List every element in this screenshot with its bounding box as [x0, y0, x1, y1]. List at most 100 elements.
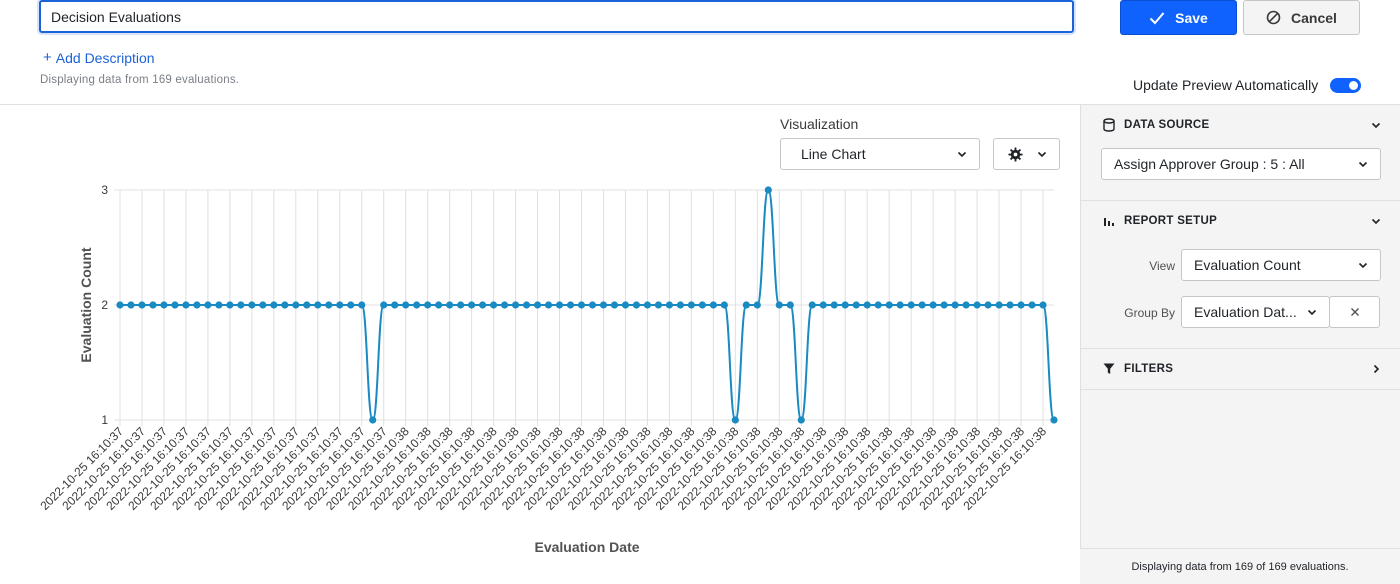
data-point[interactable] — [347, 301, 355, 309]
data-point[interactable] — [731, 416, 739, 424]
data-point[interactable] — [424, 301, 432, 309]
data-point[interactable] — [819, 301, 827, 309]
data-point[interactable] — [1006, 301, 1014, 309]
data-point[interactable] — [995, 301, 1003, 309]
data-point[interactable] — [149, 301, 157, 309]
data-point[interactable] — [665, 301, 674, 309]
data-point[interactable] — [358, 301, 366, 309]
data-point[interactable] — [687, 301, 695, 309]
data-point[interactable] — [259, 301, 267, 309]
data-point[interactable] — [709, 301, 717, 309]
data-point[interactable] — [116, 301, 124, 309]
data-point[interactable] — [248, 301, 256, 309]
data-point[interactable] — [874, 301, 882, 309]
data-point[interactable] — [182, 301, 190, 309]
data-point[interactable] — [281, 301, 289, 309]
report-title-input[interactable] — [39, 0, 1074, 33]
data-point[interactable] — [391, 301, 399, 309]
data-point[interactable] — [226, 301, 234, 309]
cancel-button[interactable]: Cancel — [1243, 0, 1360, 35]
chart-settings-button[interactable] — [993, 138, 1060, 170]
data-point[interactable] — [325, 301, 333, 309]
data-point[interactable] — [479, 301, 487, 309]
data-point[interactable] — [940, 301, 948, 309]
data-point[interactable] — [171, 301, 179, 309]
data-source-section-header[interactable]: DATA SOURCE — [1081, 105, 1400, 145]
data-point[interactable] — [468, 301, 476, 309]
data-point[interactable] — [1039, 301, 1047, 309]
save-button[interactable]: Save — [1120, 0, 1237, 35]
data-point[interactable] — [577, 301, 586, 309]
data-point[interactable] — [314, 301, 322, 309]
data-point[interactable] — [500, 301, 509, 309]
data-point[interactable] — [808, 301, 816, 309]
data-point[interactable] — [797, 416, 805, 424]
data-point[interactable] — [1050, 416, 1058, 424]
data-point[interactable] — [764, 186, 772, 194]
data-point[interactable] — [336, 301, 344, 309]
view-select[interactable]: Evaluation Count — [1181, 249, 1381, 281]
data-point[interactable] — [303, 301, 311, 309]
data-point[interactable] — [204, 301, 212, 309]
data-point[interactable] — [863, 301, 871, 309]
data-point[interactable] — [193, 301, 201, 309]
filters-section-header[interactable]: FILTERS — [1081, 349, 1400, 389]
data-point[interactable] — [237, 301, 245, 309]
data-point[interactable] — [676, 301, 685, 309]
data-point[interactable] — [775, 301, 783, 309]
data-point[interactable] — [588, 301, 597, 309]
data-point[interactable] — [215, 301, 223, 309]
data-point[interactable] — [918, 301, 926, 309]
data-point[interactable] — [907, 301, 915, 309]
data-point[interactable] — [369, 416, 377, 424]
data-point[interactable] — [402, 301, 410, 309]
data-point[interactable] — [160, 301, 168, 309]
group-by-select[interactable]: Evaluation Dat... — [1181, 296, 1330, 328]
data-point[interactable] — [643, 301, 652, 309]
data-point[interactable] — [951, 301, 959, 309]
visualization-select[interactable]: Line Chart — [780, 138, 980, 170]
data-point[interactable] — [841, 301, 849, 309]
data-source-select[interactable]: Assign Approver Group : 5 : All — [1101, 148, 1381, 180]
data-point[interactable] — [446, 301, 454, 309]
add-description-link[interactable]: + Add Description — [43, 49, 155, 66]
data-point[interactable] — [962, 301, 970, 309]
data-point[interactable] — [511, 301, 520, 309]
data-point[interactable] — [413, 301, 421, 309]
data-point[interactable] — [973, 301, 981, 309]
data-point[interactable] — [544, 301, 553, 309]
data-point[interactable] — [555, 301, 564, 309]
data-point[interactable] — [654, 301, 663, 309]
data-point[interactable] — [852, 301, 860, 309]
data-point[interactable] — [753, 301, 761, 309]
data-point[interactable] — [435, 301, 443, 309]
data-point[interactable] — [490, 301, 498, 309]
data-point[interactable] — [698, 301, 706, 309]
data-point[interactable] — [885, 301, 893, 309]
clear-group-by-button[interactable] — [1329, 296, 1380, 328]
data-point[interactable] — [457, 301, 465, 309]
data-point[interactable] — [610, 301, 619, 309]
data-point[interactable] — [292, 301, 300, 309]
data-point[interactable] — [984, 301, 992, 309]
data-point[interactable] — [786, 301, 794, 309]
data-point[interactable] — [533, 301, 542, 309]
data-point[interactable] — [896, 301, 904, 309]
data-point[interactable] — [138, 301, 146, 309]
update-preview-toggle[interactable] — [1330, 78, 1361, 93]
data-point[interactable] — [270, 301, 278, 309]
data-point[interactable] — [380, 301, 388, 309]
data-point[interactable] — [929, 301, 937, 309]
data-point[interactable] — [599, 301, 608, 309]
data-point[interactable] — [621, 301, 630, 309]
data-point[interactable] — [742, 301, 750, 309]
data-point[interactable] — [720, 301, 728, 309]
data-point[interactable] — [127, 301, 135, 309]
data-point[interactable] — [830, 301, 838, 309]
data-point[interactable] — [632, 301, 641, 309]
report-setup-section-header[interactable]: REPORT SETUP — [1081, 201, 1400, 241]
data-point[interactable] — [1028, 301, 1036, 309]
data-point[interactable] — [1017, 301, 1025, 309]
data-point[interactable] — [566, 301, 575, 309]
data-point[interactable] — [522, 301, 531, 309]
